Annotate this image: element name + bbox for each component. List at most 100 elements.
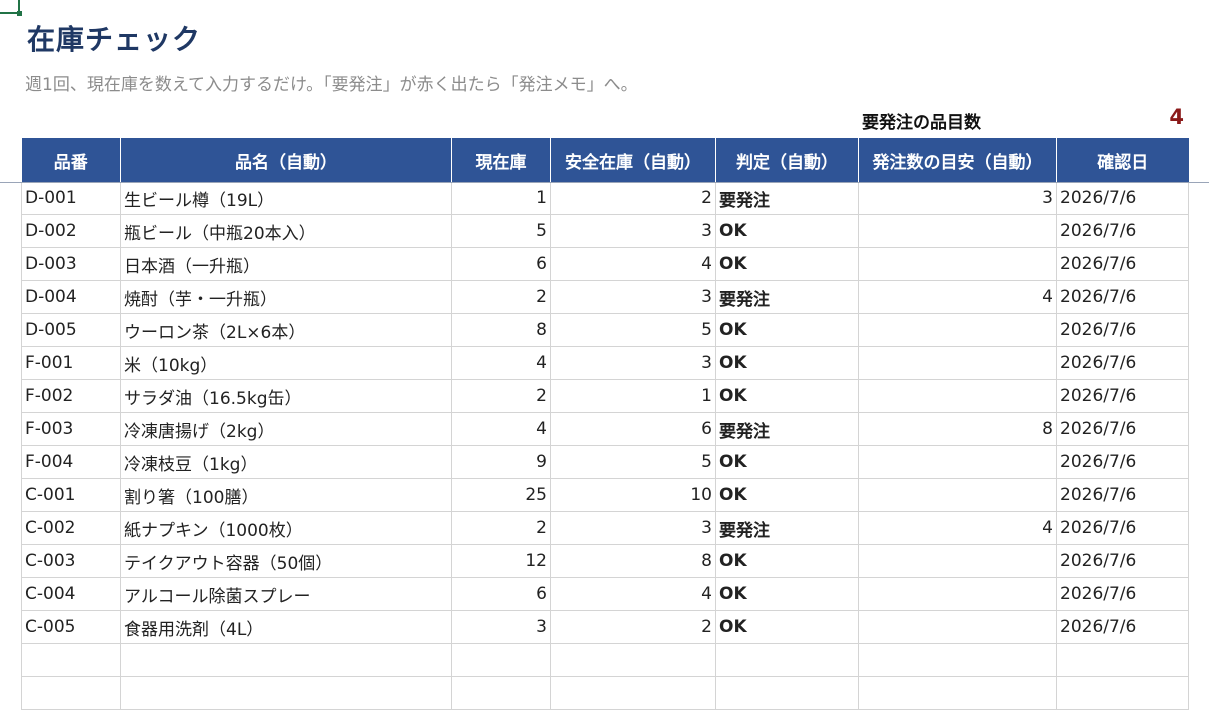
cell-current-stock[interactable]: 1	[451, 182, 551, 215]
cell-judgement[interactable]: 要発注	[715, 511, 859, 545]
cell-safety-stock[interactable]: 3	[550, 280, 716, 314]
cell-order-qty[interactable]: 4	[858, 511, 1057, 545]
cell-current-stock[interactable]: 4	[451, 346, 551, 380]
cell-item-code[interactable]: D-004	[21, 280, 121, 314]
cell-judgement[interactable]: OK	[715, 478, 859, 512]
cell-order-qty[interactable]	[858, 544, 1057, 578]
cell-judgement[interactable]: OK	[715, 214, 859, 248]
cell-judgement[interactable]: OK	[715, 445, 859, 479]
cell-order-qty[interactable]: 3	[858, 182, 1057, 215]
cell-judgement[interactable]: OK	[715, 610, 859, 644]
cell-item-code[interactable]	[21, 643, 121, 677]
cell-item-name[interactable]: 食器用洗剤（4L）	[120, 610, 452, 644]
cell-judgement[interactable]: OK	[715, 577, 859, 611]
cell-item-name[interactable]: サラダ油（16.5kg缶）	[120, 379, 452, 413]
cell-item-name[interactable]: アルコール除菌スプレー	[120, 577, 452, 611]
cell-safety-stock[interactable]: 3	[550, 214, 716, 248]
cell-check-date[interactable]	[1056, 676, 1189, 710]
cell-judgement[interactable]: 要発注	[715, 412, 859, 446]
cell-item-name[interactable]: 生ビール樽（19L）	[120, 182, 452, 215]
cell-judgement[interactable]: 要発注	[715, 280, 859, 314]
order-count-label[interactable]: 要発注の品目数	[862, 108, 981, 133]
cell-current-stock[interactable]: 6	[451, 577, 551, 611]
cell-order-qty[interactable]	[858, 313, 1057, 347]
cell-order-qty[interactable]	[858, 610, 1057, 644]
cell-item-name[interactable]: テイクアウト容器（50個）	[120, 544, 452, 578]
cell-check-date[interactable]	[1056, 643, 1189, 677]
cell-current-stock[interactable]: 25	[451, 478, 551, 512]
cell-check-date[interactable]: 2026/7/6	[1056, 445, 1189, 479]
cell-current-stock[interactable]: 2	[451, 511, 551, 545]
cell-safety-stock[interactable]: 2	[550, 182, 716, 215]
cell-item-code[interactable]: D-003	[21, 247, 121, 281]
cell-check-date[interactable]: 2026/7/6	[1056, 214, 1189, 248]
cell-order-qty[interactable]	[858, 478, 1057, 512]
cell-check-date[interactable]: 2026/7/6	[1056, 280, 1189, 314]
header-safety-stock[interactable]: 安全在庫（自動）	[550, 138, 716, 182]
cell-current-stock[interactable]: 8	[451, 313, 551, 347]
cell-current-stock[interactable]: 9	[451, 445, 551, 479]
cell-item-code[interactable]: F-001	[21, 346, 121, 380]
header-judgement[interactable]: 判定（自動）	[715, 138, 859, 182]
cell-item-code[interactable]: C-003	[21, 544, 121, 578]
cell-check-date[interactable]: 2026/7/6	[1056, 412, 1189, 446]
cell-check-date[interactable]: 2026/7/6	[1056, 247, 1189, 281]
cell-judgement[interactable]: 要発注	[715, 182, 859, 215]
cell-check-date[interactable]: 2026/7/6	[1056, 313, 1189, 347]
cell-order-qty[interactable]	[858, 214, 1057, 248]
cell-current-stock[interactable]: 5	[451, 214, 551, 248]
cell-judgement[interactable]: OK	[715, 544, 859, 578]
cell-item-code[interactable]: F-004	[21, 445, 121, 479]
cell-order-qty[interactable]: 8	[858, 412, 1057, 446]
cell-order-qty[interactable]	[858, 247, 1057, 281]
cell-current-stock[interactable]: 6	[451, 247, 551, 281]
cell-item-name[interactable]: 紙ナプキン（1000枚）	[120, 511, 452, 545]
cell-judgement[interactable]: OK	[715, 313, 859, 347]
cell-safety-stock[interactable]: 1	[550, 379, 716, 413]
cell-safety-stock[interactable]: 3	[550, 511, 716, 545]
cell-item-code[interactable]: D-001	[21, 182, 121, 215]
cell-item-code[interactable]: F-002	[21, 379, 121, 413]
cell-check-date[interactable]: 2026/7/6	[1056, 346, 1189, 380]
cell-item-name[interactable]	[120, 643, 452, 677]
cell-safety-stock[interactable]: 8	[550, 544, 716, 578]
cell-safety-stock[interactable]: 2	[550, 610, 716, 644]
cell-judgement[interactable]	[715, 643, 859, 677]
cell-judgement[interactable]	[715, 676, 859, 710]
cell-check-date[interactable]: 2026/7/6	[1056, 610, 1189, 644]
cell-check-date[interactable]: 2026/7/6	[1056, 379, 1189, 413]
cell-safety-stock[interactable]	[550, 676, 716, 710]
cell-item-name[interactable]: 米（10kg）	[120, 346, 452, 380]
cell-check-date[interactable]: 2026/7/6	[1056, 182, 1189, 215]
cell-current-stock[interactable]	[451, 676, 551, 710]
cell-order-qty[interactable]	[858, 379, 1057, 413]
cell-check-date[interactable]: 2026/7/6	[1056, 577, 1189, 611]
cell-check-date[interactable]: 2026/7/6	[1056, 544, 1189, 578]
cell-item-code[interactable]: C-002	[21, 511, 121, 545]
header-item-name[interactable]: 品名（自動）	[120, 138, 452, 182]
cell-item-name[interactable]	[120, 676, 452, 710]
cell-item-name[interactable]: ウーロン茶（2L×6本）	[120, 313, 452, 347]
cell-item-code[interactable]: C-004	[21, 577, 121, 611]
cell-item-code[interactable]: C-001	[21, 478, 121, 512]
cell-order-qty[interactable]	[858, 346, 1057, 380]
cell-item-code[interactable]: C-005	[21, 610, 121, 644]
cell-item-name[interactable]: 瓶ビール（中瓶20本入）	[120, 214, 452, 248]
header-item-code[interactable]: 品番	[21, 138, 121, 182]
cell-current-stock[interactable]: 2	[451, 379, 551, 413]
cell-current-stock[interactable]: 12	[451, 544, 551, 578]
cell-judgement[interactable]: OK	[715, 247, 859, 281]
cell-item-code[interactable]	[21, 676, 121, 710]
cell-item-name[interactable]: 焼酎（芋・一升瓶）	[120, 280, 452, 314]
cell-safety-stock[interactable]: 3	[550, 346, 716, 380]
cell-item-name[interactable]: 割り箸（100膳）	[120, 478, 452, 512]
cell-safety-stock[interactable]: 4	[550, 247, 716, 281]
cell-safety-stock[interactable]	[550, 643, 716, 677]
cell-item-name[interactable]: 冷凍唐揚げ（2kg）	[120, 412, 452, 446]
cell-safety-stock[interactable]: 6	[550, 412, 716, 446]
cell-order-qty[interactable]	[858, 577, 1057, 611]
cell-current-stock[interactable]	[451, 643, 551, 677]
cell-order-qty[interactable]	[858, 643, 1057, 677]
cell-safety-stock[interactable]: 5	[550, 445, 716, 479]
header-check-date[interactable]: 確認日	[1056, 138, 1189, 182]
